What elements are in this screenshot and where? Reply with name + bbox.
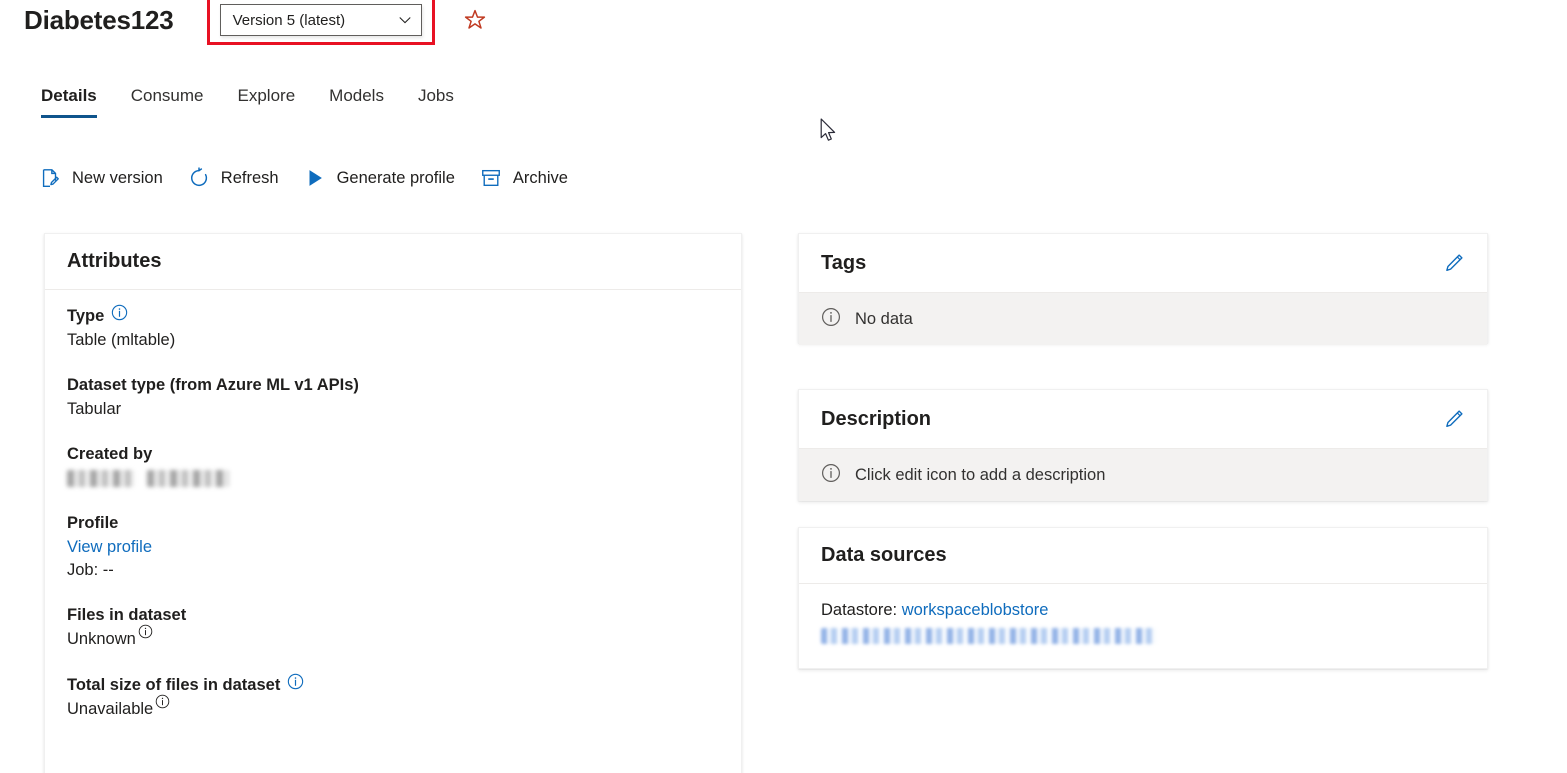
generate-profile-button[interactable]: Generate profile (293, 160, 469, 196)
data-sources-body: Datastore: workspaceblobstore (799, 584, 1487, 667)
attribute-profile-job: Job: -- (67, 561, 114, 580)
attributes-card-header: Attributes (45, 234, 741, 290)
description-title: Description (821, 407, 932, 430)
data-sources-title: Data sources (821, 544, 947, 566)
archive-button[interactable]: Archive (469, 160, 582, 196)
play-triangle-icon (303, 166, 327, 190)
version-dropdown[interactable]: Version 5 (latest) (219, 4, 422, 36)
attributes-title: Attributes (67, 250, 162, 272)
chevron-down-icon (398, 13, 412, 27)
info-circle-icon[interactable] (155, 693, 170, 717)
tab-bar: Details Consume Explore Models Jobs (24, 82, 471, 118)
attribute-created-by: Created by (67, 443, 719, 491)
refresh-label: Refresh (220, 168, 279, 187)
tab-explore[interactable]: Explore (221, 82, 313, 118)
tab-consume[interactable]: Consume (114, 82, 221, 118)
info-circle-icon[interactable] (287, 673, 304, 698)
attribute-profile: Profile View profile Job: -- (67, 512, 719, 584)
attribute-profile-label: Profile (67, 513, 119, 532)
attributes-body: Type Table (mltable) Dataset type (from … (45, 290, 741, 742)
page-title: Diabetes123 (24, 4, 174, 35)
description-card-header: Description (799, 390, 1487, 449)
new-version-label: New version (72, 168, 163, 187)
archive-label: Archive (512, 168, 568, 187)
attribute-files-in-dataset: Files in dataset Unknown (67, 604, 719, 652)
tab-models[interactable]: Models (312, 82, 401, 118)
attribute-created-by-label: Created by (67, 444, 153, 463)
favorite-star-icon[interactable] (460, 5, 490, 35)
tags-empty-text: No data (855, 309, 913, 328)
attribute-total-size: Total size of files in dataset Unavailab… (67, 673, 719, 722)
mouse-pointer-icon (820, 118, 839, 150)
data-sources-card: Data sources Datastore: workspaceblobsto… (798, 527, 1488, 669)
attribute-dataset-type-label: Dataset type (from Azure ML v1 APIs) (67, 375, 359, 394)
description-card: Description Click edit icon to add a des… (798, 389, 1488, 501)
page-header: Diabetes123 Version 5 (latest) (24, 0, 490, 45)
attribute-total-size-label: Total size of files in dataset (67, 675, 281, 694)
tags-empty-state: No data (799, 293, 1487, 345)
info-circle-icon[interactable] (111, 304, 128, 329)
attribute-created-by-value-redacted (67, 467, 719, 491)
redacted-text-block (67, 470, 135, 488)
info-circle-icon (821, 463, 841, 488)
tags-title: Tags (821, 251, 867, 274)
version-selector-wrap: Version 5 (latest) (206, 0, 435, 45)
refresh-icon (187, 166, 211, 190)
new-version-button[interactable]: New version (28, 160, 177, 196)
attribute-total-size-value: Unavailable (67, 700, 154, 719)
attribute-files-in-dataset-label: Files in dataset (67, 606, 187, 625)
archive-box-icon (479, 166, 503, 190)
info-circle-icon (821, 307, 841, 332)
generate-profile-label: Generate profile (336, 168, 455, 187)
version-dropdown-value: Version 5 (latest) (232, 11, 346, 29)
info-circle-icon[interactable] (138, 623, 153, 647)
datastore-label: Datastore: (821, 601, 898, 619)
tags-card-header: Tags (799, 234, 1487, 293)
dataset-details-page: Diabetes123 Version 5 (latest) Details C… (0, 0, 1567, 773)
data-sources-card-header: Data sources (799, 528, 1487, 584)
refresh-button[interactable]: Refresh (177, 160, 293, 196)
description-empty-state: Click edit icon to add a description (799, 449, 1487, 501)
attribute-dataset-type: Dataset type (from Azure ML v1 APIs) Tab… (67, 374, 719, 422)
datastore-link[interactable]: workspaceblobstore (902, 601, 1049, 619)
new-version-page-edit-icon (38, 166, 62, 190)
tab-jobs[interactable]: Jobs (401, 82, 471, 118)
tab-details[interactable]: Details (24, 82, 114, 118)
tags-card: Tags No data (798, 233, 1488, 345)
attributes-card: Attributes Type Table (mltable) Dataset … (44, 233, 742, 773)
attribute-files-in-dataset-value: Unknown (67, 630, 136, 649)
description-empty-text: Click edit icon to add a description (855, 465, 1106, 484)
attribute-type: Type Table (mltable) (67, 304, 719, 353)
command-bar: New version Refresh Generate profile Arc… (28, 160, 582, 196)
attribute-type-label: Type (67, 306, 105, 325)
tags-edit-pencil-icon[interactable] (1441, 250, 1467, 276)
view-profile-link[interactable]: View profile (67, 536, 719, 560)
redacted-text-block (147, 470, 229, 488)
datastore-path-redacted (821, 627, 1157, 644)
description-edit-pencil-icon[interactable] (1441, 406, 1467, 432)
attribute-type-value: Table (mltable) (67, 330, 176, 349)
attribute-dataset-type-value: Tabular (67, 399, 122, 418)
